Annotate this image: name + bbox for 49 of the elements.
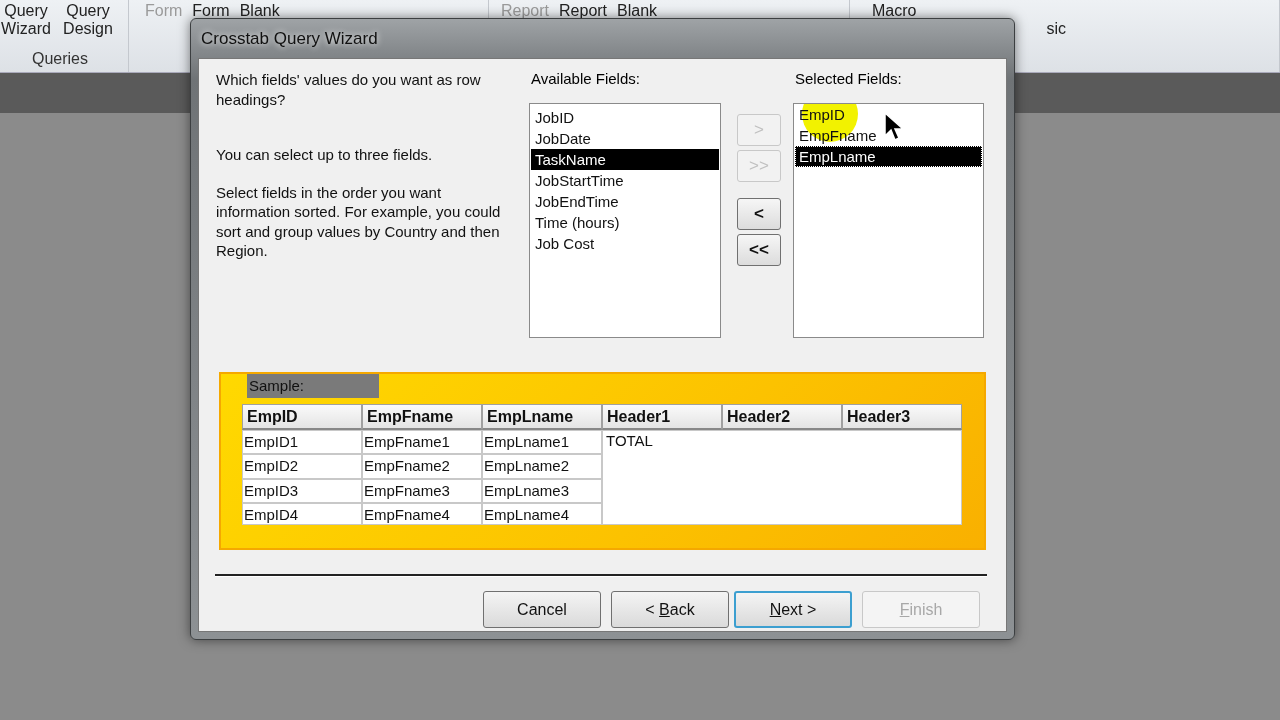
- table-cell: EmpLname3: [482, 479, 602, 503]
- list-label: Selected Fields:: [794, 70, 903, 89]
- ribbon-button[interactable]: Blank: [617, 2, 658, 20]
- list-item[interactable]: EmpLname: [795, 146, 982, 167]
- instruction-text: You can select up to three fields.: [216, 145, 434, 165]
- list-item[interactable]: JobDate: [531, 128, 719, 149]
- ribbon-button[interactable]: Query Design: [62, 2, 114, 38]
- available-fields-list[interactable]: JobID JobDate TaskName JobStartTime JobEndTime Time (hours) Job Cost: [529, 103, 721, 338]
- table-cell: EmpID3: [242, 479, 362, 503]
- transfer-button[interactable]: <<: [737, 234, 781, 266]
- list-label: Available Fields:: [530, 70, 641, 89]
- ribbon-group-label: Queries: [31, 50, 89, 68]
- list-item[interactable]: JobID: [531, 107, 719, 128]
- list-item[interactable]: JobEndTime: [531, 191, 719, 212]
- table-cell: EmpFname2: [362, 454, 482, 479]
- ribbon-button[interactable]: Query Wizard: [0, 2, 52, 38]
- table-cell: EmpLname4: [482, 503, 602, 525]
- table-cell: EmpID1: [242, 430, 362, 454]
- list-item[interactable]: Time (hours): [531, 212, 719, 233]
- list-item[interactable]: JobStartTime: [531, 170, 719, 191]
- ribbon-button[interactable]: Form: [192, 2, 230, 20]
- instruction-text: Select fields in the order you want information sorted. For example, you could sort and group values by Country and then Region.: [216, 182, 502, 261]
- dialog-button[interactable]: < Back: [611, 591, 729, 628]
- list-item[interactable]: TaskName: [531, 149, 719, 170]
- ribbon-button[interactable]: sic: [1046, 20, 1066, 38]
- column-header: Header1: [602, 404, 722, 430]
- dialog-button[interactable]: Cancel: [483, 591, 601, 628]
- column-header: EmpFname: [362, 404, 482, 430]
- transfer-button[interactable]: <: [737, 198, 781, 230]
- column-header: EmpLname: [482, 404, 602, 430]
- table-cell: EmpFname1: [362, 430, 482, 454]
- table-cell: EmpFname4: [362, 503, 482, 525]
- ribbon-button[interactable]: Blank: [239, 2, 280, 20]
- column-header: Header2: [722, 404, 842, 430]
- table-cell: EmpLname1: [482, 430, 602, 454]
- table-cell: EmpFname3: [362, 479, 482, 503]
- list-item[interactable]: Job Cost: [531, 233, 719, 254]
- column-header: Header3: [842, 404, 962, 430]
- window-title: Crosstab Query Wizard: [201, 28, 378, 49]
- sample-label: Sample:: [247, 374, 379, 398]
- mouse-pointer-icon: [884, 112, 904, 142]
- table-cell: EmpID4: [242, 503, 362, 525]
- value-text: TOTAL: [606, 432, 653, 449]
- ribbon-button[interactable]: Report: [559, 2, 608, 20]
- table-cell: EmpID2: [242, 454, 362, 479]
- dialog-button[interactable]: Next >: [734, 591, 852, 628]
- instruction-text: Which fields' values do you want as row headings?: [216, 70, 482, 109]
- column-header: EmpID: [242, 404, 362, 430]
- table-cell: EmpLname2: [482, 454, 602, 479]
